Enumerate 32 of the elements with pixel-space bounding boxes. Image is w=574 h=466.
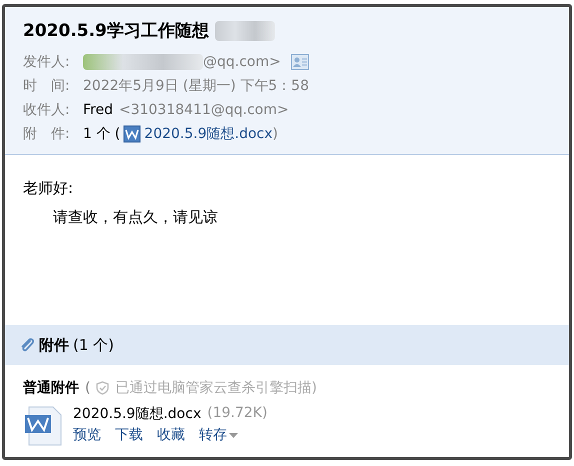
recipient-name: Fred [83, 102, 113, 118]
recipient-address: <310318411@qq.com> [118, 102, 289, 118]
field-label: 收件人: [23, 100, 71, 118]
attachment-link[interactable]: 2020.5.9随想.docx [144, 124, 273, 142]
field-label: 附 件: [23, 124, 71, 142]
contact-card-icon[interactable] [290, 54, 309, 70]
attachments-title: 附件 [39, 336, 69, 354]
caret-icon [229, 432, 238, 438]
word-document-icon [23, 405, 63, 447]
body-text: 老师好: [23, 179, 74, 198]
file-action-link[interactable]: 收藏 [157, 426, 185, 444]
file-size: (19.72K) [207, 405, 268, 423]
redacted-block [214, 20, 275, 40]
shield-icon [96, 381, 110, 395]
field-label: 时 间: [23, 76, 71, 94]
section-title: 普通附件 [23, 379, 79, 397]
paperclip-icon [19, 337, 35, 353]
sender-address: @qq.com> [203, 54, 281, 70]
attachment-count: 1 个 ( [83, 124, 120, 142]
file-action-link[interactable]: 下载 [115, 426, 143, 444]
file-action-link[interactable]: 转存 [199, 426, 238, 444]
body-text: 请查收，有点久，请见谅 [52, 208, 219, 227]
mail-subject: 2020.5.9学习工作随想 [23, 20, 209, 42]
file-name: 2020.5.9随想.docx [73, 405, 202, 423]
attachments-count: (1 个) [73, 336, 114, 354]
scan-status: 已通过电脑管家云查杀引擎扫描) [115, 379, 317, 397]
word-document-icon [123, 124, 142, 142]
field-label: 发件人: [23, 52, 71, 70]
opening-parenthesis: ( [85, 380, 90, 396]
file-action-link[interactable]: 预览 [73, 426, 101, 444]
closing-parenthesis: ) [272, 126, 278, 142]
sent-time: 2022年5月9日 (星期一) 下午5：58 [83, 76, 309, 94]
